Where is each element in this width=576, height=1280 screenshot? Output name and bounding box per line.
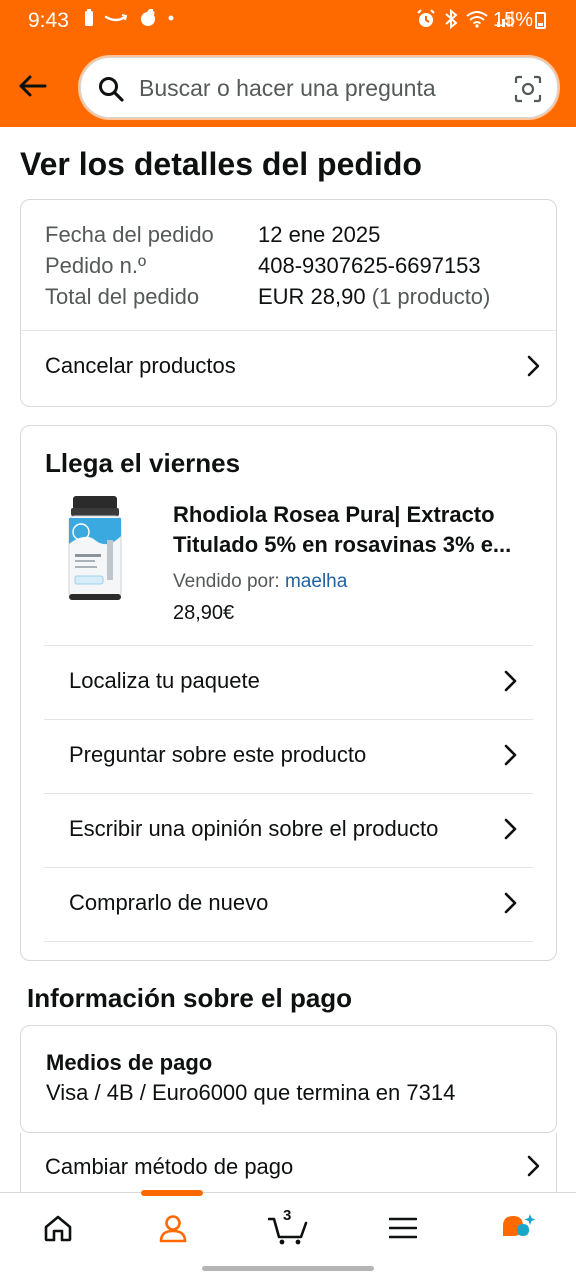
delivery-status-title: Llega el viernes xyxy=(45,448,241,478)
notification-icons xyxy=(84,9,174,27)
nav-account[interactable] xyxy=(115,1193,230,1263)
back-button[interactable] xyxy=(12,66,52,106)
chevron-right-icon xyxy=(504,818,517,840)
status-time: 9:43 xyxy=(28,9,69,32)
status-bar: 9:43 15% xyxy=(0,0,576,44)
back-arrow-icon xyxy=(19,75,47,97)
cart-count-badge: 3 xyxy=(283,1207,292,1224)
seller-label: Vendido por: xyxy=(173,571,280,592)
chevron-right-icon xyxy=(504,744,517,766)
order-total-value: EUR 28,90 (1 producto) xyxy=(258,284,490,310)
order-number-label: Pedido n.º xyxy=(45,253,146,278)
menu-icon xyxy=(388,1217,417,1239)
home-indicator xyxy=(202,1266,374,1271)
payment-method-label: Medios de pago xyxy=(46,1050,213,1075)
order-total-label: Total del pedido xyxy=(45,284,200,309)
product-title[interactable]: Rhodiola Rosea Pura| Extracto Titulado 5… xyxy=(173,500,543,560)
home-icon xyxy=(44,1215,71,1242)
nav-cart[interactable]: 3 xyxy=(230,1193,345,1263)
product-title-line-2: Titulado 5% en rosavinas 3% e... xyxy=(173,532,512,557)
shipment-card: Llega el viernes Rhodiola Rosea Pura| Ex… xyxy=(20,425,557,961)
top-bar: 9:43 15% Buscar o hacer una pregunta xyxy=(0,0,576,127)
order-number-value: 408-9307625-6697153 xyxy=(258,253,481,278)
buy-again-button[interactable]: Comprarlo de nuevo xyxy=(44,868,533,942)
search-input[interactable]: Buscar o hacer una pregunta xyxy=(80,57,558,118)
ask-about-product-button[interactable]: Preguntar sobre este producto xyxy=(44,720,533,794)
battery-saver-icon xyxy=(85,9,93,26)
chevron-right-icon xyxy=(527,1155,540,1177)
chevron-right-icon xyxy=(504,892,517,914)
chevron-right-icon xyxy=(504,670,517,692)
app-notification-icon xyxy=(141,9,155,26)
camera-search-icon[interactable] xyxy=(513,74,543,104)
divider xyxy=(44,941,533,942)
cancel-products-label: Cancelar productos xyxy=(45,353,236,378)
write-review-button[interactable]: Escribir una opinión sobre el producto xyxy=(44,794,533,868)
buy-again-label: Comprarlo de nuevo xyxy=(69,890,269,915)
bluetooth-icon xyxy=(445,9,458,29)
nav-rufus-assistant[interactable] xyxy=(461,1193,576,1263)
product-price: 28,90€ xyxy=(173,602,235,624)
order-date-value: 12 ene 2025 xyxy=(258,222,381,247)
order-total-count: (1 producto) xyxy=(371,284,491,309)
change-payment-label: Cambiar método de pago xyxy=(45,1154,294,1179)
page-title: Ver los detalles del pedido xyxy=(20,146,422,182)
seller-info: Vendido por: maelha xyxy=(173,571,347,593)
wifi-icon xyxy=(466,11,488,28)
order-summary-card: Fecha del pedido 12 ene 2025 Pedido n.º … xyxy=(20,199,557,407)
change-payment-button[interactable]: Cambiar método de pago xyxy=(20,1133,557,1195)
product-image[interactable] xyxy=(67,496,123,604)
cancel-products-button[interactable]: Cancelar productos xyxy=(21,331,556,405)
nav-home[interactable] xyxy=(0,1193,115,1263)
order-total-amount: EUR 28,90 xyxy=(258,284,366,309)
amazon-smile-icon xyxy=(104,14,128,22)
track-package-label: Localiza tu paquete xyxy=(69,668,260,693)
battery-icon xyxy=(535,12,546,29)
payment-method-card: Medios de pago Visa / 4B / Euro6000 que … xyxy=(20,1025,557,1133)
payment-section-title: Información sobre el pago xyxy=(27,983,353,1013)
write-review-label: Escribir una opinión sobre el producto xyxy=(69,816,439,841)
track-package-button[interactable]: Localiza tu paquete xyxy=(44,646,533,720)
order-date-label: Fecha del pedido xyxy=(45,222,214,247)
more-notifications-icon xyxy=(168,15,174,21)
chevron-right-icon xyxy=(527,355,540,377)
alarm-icon xyxy=(417,9,435,27)
battery-percent: 15% xyxy=(493,9,534,31)
ask-about-product-label: Preguntar sobre este producto xyxy=(69,742,367,767)
assistant-chat-icon xyxy=(502,1214,535,1236)
search-icon xyxy=(99,77,124,102)
search-placeholder: Buscar o hacer una pregunta xyxy=(139,75,436,101)
nav-menu[interactable] xyxy=(345,1193,460,1263)
seller-link[interactable]: maelha xyxy=(285,571,347,592)
account-icon xyxy=(159,1215,186,1243)
payment-method-value: Visa / 4B / Euro6000 que termina en 7314 xyxy=(46,1080,456,1105)
product-title-line-1: Rhodiola Rosea Pura| Extracto xyxy=(173,502,495,527)
